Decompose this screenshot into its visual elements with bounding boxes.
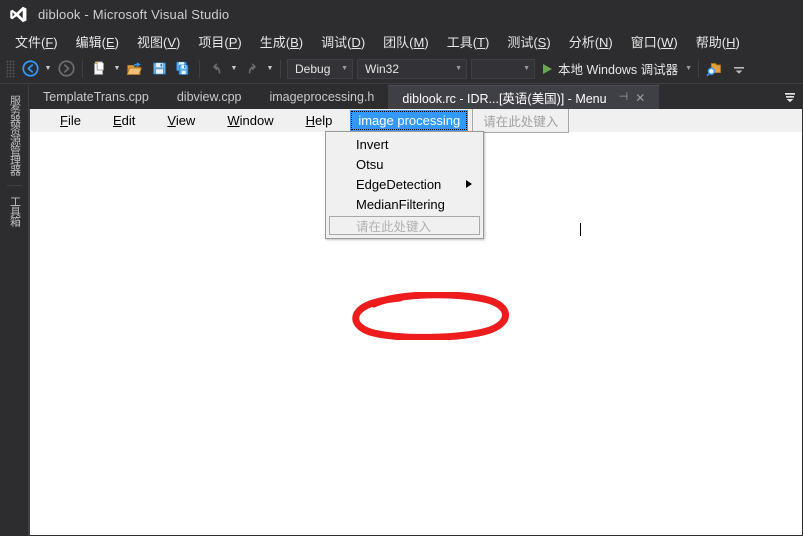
left-dock-strip: 服务器资源管理器 工具箱: [0, 85, 29, 536]
image-processing-dropdown: Invert Otsu EdgeDetection MedianFilterin…: [325, 131, 484, 239]
toolbar-grip[interactable]: [6, 59, 15, 78]
menu-edit[interactable]: 编辑(E): [67, 30, 128, 53]
dropdown-item-medianfiltering[interactable]: MedianFiltering: [327, 194, 482, 214]
open-file-icon[interactable]: [123, 57, 147, 81]
dropdown-item-otsu[interactable]: Otsu: [327, 154, 482, 174]
tab-overflow-icon[interactable]: [777, 85, 803, 109]
toolbar-separator-4: [698, 59, 700, 78]
dropdown-item-label: EdgeDetection: [356, 176, 442, 192]
main-menu-bar: 文件(F) 编辑(E) 视图(V) 项目(P) 生成(B) 调试(D) 团队(M…: [0, 28, 803, 54]
solution-platform-value: Win32: [365, 61, 400, 76]
navigate-forward-icon[interactable]: [54, 57, 78, 81]
rc-menu-window[interactable]: Window: [211, 110, 289, 131]
tab-templatetrans-cpp[interactable]: TemplateTrans.cpp: [29, 85, 163, 109]
menu-team[interactable]: 团队(M): [374, 30, 438, 53]
menu-debug[interactable]: 调试(D): [312, 30, 374, 53]
start-debugging-button[interactable]: 本地 Windows 调试器 ▼: [537, 59, 694, 78]
menu-window[interactable]: 窗口(W): [622, 30, 687, 53]
solution-configuration-value: Debug: [295, 61, 331, 76]
dock-tab-toolbox[interactable]: 工具箱: [6, 192, 23, 230]
menu-project[interactable]: 项目(P): [189, 30, 250, 53]
menu-tools[interactable]: 工具(T): [438, 30, 499, 53]
rc-menu-image-processing[interactable]: image processing: [350, 110, 469, 131]
start-debugging-label: 本地 Windows 调试器: [558, 63, 679, 77]
chevron-down-icon: ▼: [523, 65, 530, 72]
navigate-back-icon[interactable]: [18, 57, 42, 81]
dock-divider: [6, 185, 22, 186]
tab-label: dibview.cpp: [176, 90, 242, 104]
toolbar-separator-3: [280, 59, 281, 78]
visual-studio-logo-icon: [8, 4, 28, 24]
chevron-down-icon[interactable]: ▼: [685, 65, 692, 72]
menu-build[interactable]: 生成(B): [251, 30, 312, 53]
rc-menu-type-here[interactable]: 请在此处键入: [472, 109, 570, 133]
save-icon[interactable]: [147, 57, 171, 81]
save-all-icon[interactable]: [171, 57, 195, 81]
dropdown-item-label: Invert: [356, 136, 389, 152]
menu-file[interactable]: 文件(F): [6, 30, 67, 53]
menu-analyze[interactable]: 分析(N): [560, 30, 622, 53]
dropdown-item-label: MedianFiltering: [356, 196, 445, 212]
standard-toolbar: ▼ ▼ ▼ ▼ Debug ▼ Win32 ▼ ▼ 本地 Windows 调试器…: [0, 54, 803, 84]
dropdown-item-invert[interactable]: Invert: [327, 134, 482, 154]
submenu-arrow-icon: [466, 180, 472, 188]
redo-icon[interactable]: [240, 57, 264, 81]
window-title: diblook - Microsoft Visual Studio: [38, 6, 230, 22]
toolbar-separator-2: [199, 59, 200, 78]
solution-platform-combo[interactable]: Win32 ▼: [357, 58, 467, 79]
rc-menu-edit[interactable]: Edit: [97, 110, 151, 131]
resource-menu-bar: File Edit View Window Help image process…: [30, 109, 802, 133]
tab-label: imageprocessing.h: [269, 90, 375, 104]
navigate-back-dropdown-icon[interactable]: ▼: [42, 57, 54, 81]
tab-label: TemplateTrans.cpp: [43, 90, 149, 104]
find-in-files-icon[interactable]: [703, 57, 727, 81]
rc-menu-help[interactable]: Help: [290, 110, 349, 131]
play-icon: [543, 63, 552, 74]
visual-studio-window: diblook - Microsoft Visual Studio 文件(F) …: [0, 0, 803, 536]
menu-view[interactable]: 视图(V): [128, 30, 189, 53]
chevron-down-icon: ▼: [455, 65, 462, 72]
close-icon[interactable]: ✕: [635, 92, 645, 104]
dropdown-item-edgedetection[interactable]: EdgeDetection: [327, 174, 482, 194]
text-caret: [580, 223, 581, 236]
new-item-icon[interactable]: [87, 57, 111, 81]
document-tab-strip: TemplateTrans.cpp dibview.cpp imageproce…: [29, 85, 803, 109]
toolbar-options-icon[interactable]: [727, 57, 751, 81]
title-bar: diblook - Microsoft Visual Studio: [0, 0, 803, 28]
dock-tab-server-explorer[interactable]: 服务器资源管理器: [6, 91, 23, 179]
rc-menu-view[interactable]: View: [151, 110, 211, 131]
menu-test[interactable]: 测试(S): [498, 30, 559, 53]
extra-combo[interactable]: ▼: [471, 58, 535, 79]
pin-icon[interactable]: ⊣: [619, 92, 629, 103]
tab-dibview-cpp[interactable]: dibview.cpp: [163, 85, 256, 109]
dropdown-item-type-here[interactable]: 请在此处键入: [329, 216, 480, 235]
red-ellipse-highlight: [348, 291, 518, 345]
dropdown-item-label: Otsu: [356, 156, 384, 172]
chevron-down-icon: ▼: [341, 65, 348, 72]
toolbar-separator: [82, 59, 83, 78]
rc-menu-file[interactable]: File: [44, 110, 97, 131]
tab-diblook-rc-menu[interactable]: diblook.rc - IDR...[英语(美国)] - Menu ⊣ ✕: [388, 85, 660, 109]
tab-label: diblook.rc - IDR...[英语(美国)] - Menu: [402, 92, 607, 106]
redo-dropdown-icon[interactable]: ▼: [264, 57, 276, 81]
menu-resource-editor[interactable]: File Edit View Window Help image process…: [29, 109, 802, 535]
tab-imageprocessing-h[interactable]: imageprocessing.h: [255, 85, 388, 109]
solution-configuration-combo[interactable]: Debug ▼: [287, 58, 353, 79]
undo-icon[interactable]: [204, 57, 228, 81]
dropdown-item-label: 请在此处键入: [356, 220, 432, 234]
menu-help[interactable]: 帮助(H): [687, 30, 749, 53]
new-item-dropdown-icon[interactable]: ▼: [111, 57, 123, 81]
undo-dropdown-icon[interactable]: ▼: [228, 57, 240, 81]
